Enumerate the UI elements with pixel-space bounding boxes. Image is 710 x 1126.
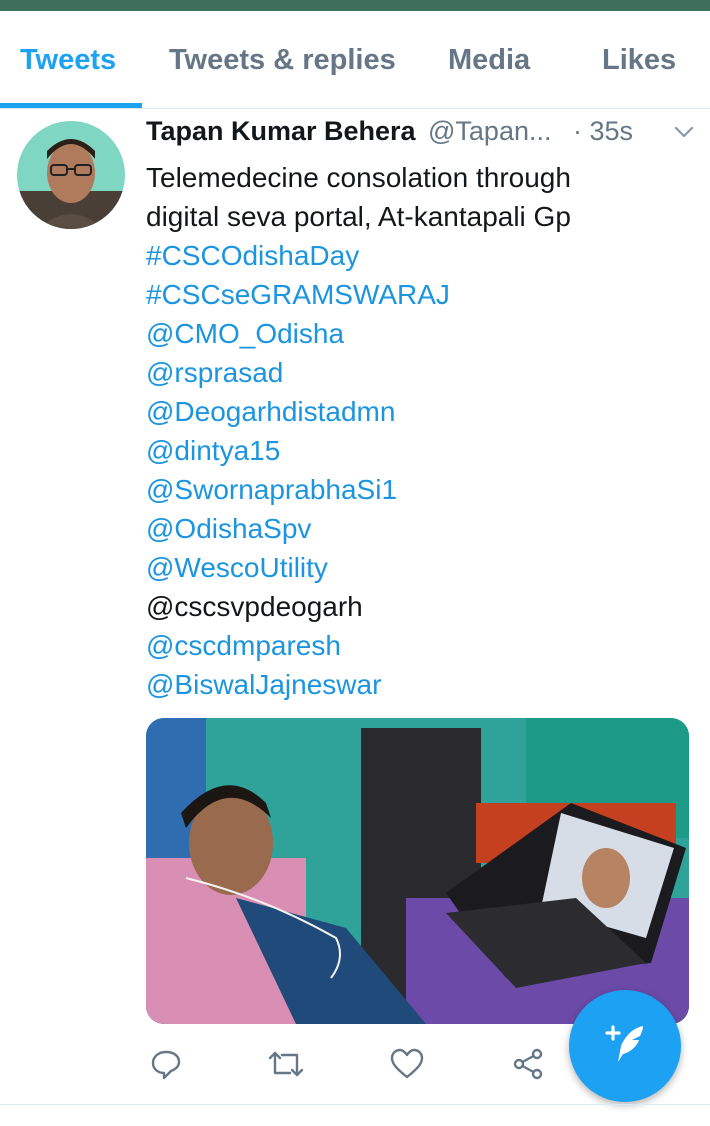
hashtag-link[interactable]: #CSCseGRAMSWARAJ [146, 275, 686, 314]
mention-link[interactable]: @OdishaSpv [146, 509, 686, 548]
like-icon[interactable] [387, 1040, 427, 1088]
mention-link[interactable]: @WescoUtility [146, 548, 686, 587]
active-tab-indicator [0, 103, 142, 108]
tweet-photo[interactable] [146, 718, 689, 1024]
compose-tweet-icon [599, 1018, 651, 1075]
mention-link[interactable]: @CMO_Odisha [146, 314, 686, 353]
mention-link[interactable]: @dintya15 [146, 431, 686, 470]
tab-tweets-and-replies[interactable]: Tweets & replies [169, 44, 396, 77]
tweet-body: Telemedecine consolation through digital… [146, 158, 686, 704]
reply-icon[interactable] [146, 1040, 186, 1088]
divider [0, 1104, 710, 1105]
chevron-down-icon[interactable] [672, 120, 696, 144]
retweet-icon[interactable] [266, 1040, 306, 1088]
tweet-text-line: Telemedecine consolation through [146, 162, 571, 193]
share-icon[interactable] [508, 1040, 548, 1088]
tab-likes[interactable]: Likes [602, 44, 676, 77]
tweet-text-line: digital seva portal, At-kantapali Gp [146, 201, 571, 232]
mention-text: @cscsvpdeogarh [146, 591, 363, 622]
mention-link[interactable]: @rsprasad [146, 353, 686, 392]
tweet-actions [146, 1040, 566, 1090]
tweet-timestamp[interactable]: · 35s [573, 116, 633, 147]
mention-link[interactable]: @cscdmparesh [146, 626, 686, 665]
tab-tweets[interactable]: Tweets [20, 44, 116, 77]
compose-tweet-button[interactable] [569, 990, 681, 1102]
author-name[interactable]: Tapan Kumar Behera [146, 116, 416, 147]
mention-link[interactable]: @BiswalJajneswar [146, 665, 686, 704]
profile-tabs: Tweets Tweets & replies Media Likes [0, 11, 710, 109]
avatar[interactable] [17, 121, 125, 229]
tweet-header: Tapan Kumar Behera @Tapan... · 35s [146, 116, 686, 152]
mention-link[interactable]: @SwornaprabhaSi1 [146, 470, 686, 509]
status-bar-strip [0, 0, 710, 11]
author-handle[interactable]: @Tapan... [428, 116, 551, 147]
mention-link[interactable]: @Deogarhdistadmn [146, 392, 686, 431]
tab-media[interactable]: Media [448, 44, 530, 77]
hashtag-link[interactable]: #CSCOdishaDay [146, 236, 686, 275]
